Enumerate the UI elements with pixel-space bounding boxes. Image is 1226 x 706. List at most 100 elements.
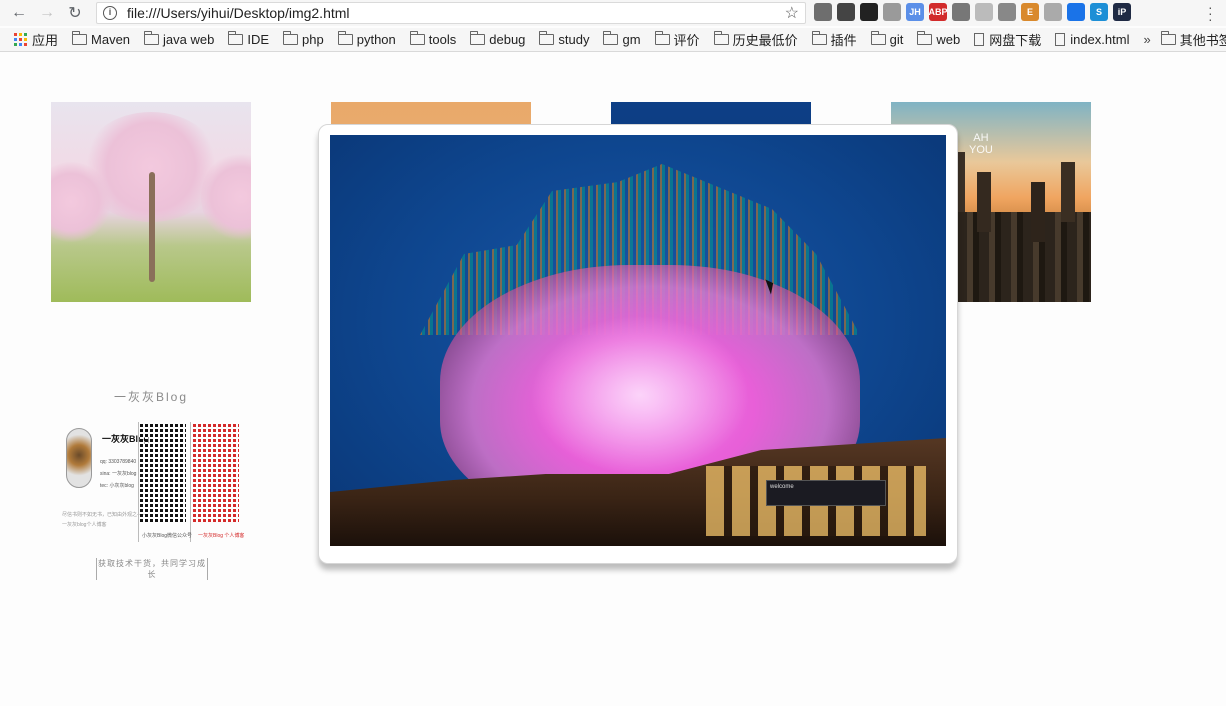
gallery-thumb-cherry-blossom[interactable]: [51, 102, 251, 302]
folder-icon: [409, 31, 425, 45]
bookmark-label: python: [356, 32, 396, 47]
apps-dot: [19, 43, 22, 46]
reload-icon[interactable]: ↻: [64, 2, 86, 24]
blog-motto: 尽信书则不如无书，已知由外观之—— 一灰灰blog个人博客: [62, 510, 147, 530]
bookmark-插件[interactable]: 插件: [811, 30, 857, 49]
folder-icon: [470, 31, 486, 45]
bookmark-label: 插件: [830, 33, 857, 48]
bookmarks-bar: 应用 Maven java web IDE php python tools debug st…: [0, 28, 1226, 52]
bookmark-label: Maven: [91, 32, 131, 47]
blog-meta: qq: 3303789840 sina: 一灰灰blog tec: 小灰灰blo…: [100, 456, 136, 492]
bookmark-index.html[interactable]: index.html: [1055, 32, 1129, 47]
folder-icon: [713, 31, 729, 45]
ext-qr-icon[interactable]: [837, 3, 855, 21]
motto-line: 一灰灰blog个人博客: [62, 522, 107, 528]
apps-dot: [19, 38, 22, 41]
forward-arrow-icon[interactable]: →: [36, 2, 58, 24]
apps-dot: [14, 43, 17, 46]
bookmark-apps[interactable]: 应用: [14, 30, 58, 49]
ext-globe-icon[interactable]: [883, 3, 901, 21]
bookmark-label: 历史最低价: [732, 33, 798, 48]
ext-jh-icon[interactable]: JH: [906, 3, 924, 21]
folder-icon: [283, 31, 299, 45]
meta-line: sina: 一灰灰blog: [100, 471, 137, 477]
bookmark-other[interactable]: 其他书签: [1160, 30, 1226, 49]
bookmark-python[interactable]: python: [337, 31, 396, 47]
ext-e-icon[interactable]: E: [1021, 3, 1039, 21]
bookmark-label: web: [936, 32, 961, 47]
wechat-qr-code: [140, 422, 186, 522]
bookmark-ide[interactable]: IDE: [228, 31, 270, 47]
menu-dots-icon[interactable]: · · ·: [1208, 0, 1213, 26]
folder-icon: [228, 31, 244, 45]
blog-qr-code: [193, 422, 239, 522]
apps-dot: [14, 38, 17, 41]
ext-download-icon[interactable]: [1067, 3, 1085, 21]
bookmark-label: php: [302, 32, 324, 47]
bookmark-label: 网盘下载: [989, 33, 1042, 48]
bookmark-php[interactable]: php: [283, 31, 324, 47]
ext-ip-icon[interactable]: iP: [1113, 3, 1131, 21]
bookmarks-overflow-chevron[interactable]: »: [1143, 32, 1150, 47]
ext-pepper-icon[interactable]: [975, 3, 993, 21]
apps-dot: [19, 33, 22, 36]
sculpture-highlight: [530, 315, 750, 475]
bookmark-study[interactable]: study: [539, 31, 589, 47]
meta-line: tec: 小灰灰blog: [100, 483, 134, 489]
bookmark-历史最低价[interactable]: 历史最低价: [713, 30, 798, 49]
thumb-overlay-text: AH YOU: [969, 132, 993, 156]
bookmark-label: git: [889, 32, 904, 47]
address-bar[interactable]: i file:///Users/yihui/Desktop/img2.html …: [96, 2, 806, 24]
bookmark-label: IDE: [247, 32, 270, 47]
bookmark-评价[interactable]: 评价: [654, 30, 700, 49]
ext-s-icon[interactable]: S: [1090, 3, 1108, 21]
bookmark-tools[interactable]: tools: [409, 31, 457, 47]
bookmark-web[interactable]: web: [917, 31, 961, 47]
star-icon[interactable]: ☆: [785, 3, 799, 23]
bookmark-maven[interactable]: Maven: [72, 31, 131, 47]
divider: [138, 422, 139, 542]
blog-title: 一灰灰Blog: [113, 390, 189, 404]
back-arrow-icon[interactable]: ←: [8, 2, 30, 24]
bookmark-label: java web: [163, 32, 215, 47]
folder-icon: [1160, 31, 1176, 45]
bookmark-java-web[interactable]: java web: [144, 31, 215, 47]
blog-card: 一灰灰Blog qq: 3303789840 sina: 一灰灰blog tec…: [62, 420, 245, 548]
folder-icon: [603, 31, 619, 45]
bookmark-label: 评价: [673, 33, 700, 48]
apps-dot: [24, 43, 27, 46]
motto-line: 尽信书则不如无书，已知由外观之——: [62, 512, 148, 518]
blog-slogan: 获取技术干货，共同学习成长: [96, 558, 208, 580]
page-icon: [1055, 33, 1066, 46]
apps-dot: [24, 38, 27, 41]
bookmark-git[interactable]: git: [870, 31, 904, 47]
folder-icon: [144, 31, 160, 45]
divider: [190, 422, 191, 542]
bookmark-label: index.html: [1070, 32, 1130, 47]
storefront-sign: welcome: [766, 480, 886, 506]
page-icon: [974, 33, 985, 46]
folder-icon: [72, 31, 88, 45]
bookmark-label: tools: [428, 32, 457, 47]
folder-icon: [811, 31, 827, 45]
ext-puzzle-icon[interactable]: [814, 3, 832, 21]
bookmark-网盘下载[interactable]: 网盘下载: [974, 30, 1041, 49]
ext-abp-icon[interactable]: ABP: [929, 3, 948, 21]
qr-caption: 一灰灰Blog 个人博客: [198, 533, 245, 539]
tree-trunk: [149, 172, 155, 282]
ext-gear-icon[interactable]: [952, 3, 970, 21]
preview-image[interactable]: welcome: [330, 135, 946, 546]
bookmark-label: gm: [622, 32, 641, 47]
ext-qr2-icon[interactable]: [860, 3, 878, 21]
avatar: [66, 428, 92, 488]
bookmark-label: 其他书签: [1179, 33, 1226, 48]
ext-print-icon[interactable]: [1044, 3, 1062, 21]
browser-toolbar: ← → ↻ i file:///Users/yihui/Desktop/img2…: [0, 0, 1226, 26]
ext-check-icon[interactable]: [998, 3, 1016, 21]
folder-icon: [870, 31, 886, 45]
bookmark-debug[interactable]: debug: [470, 31, 525, 47]
bookmark-gm[interactable]: gm: [603, 31, 641, 47]
info-icon[interactable]: i: [103, 6, 117, 20]
url-text[interactable]: file:///Users/yihui/Desktop/img2.html: [127, 5, 785, 21]
folder-icon: [917, 31, 933, 45]
